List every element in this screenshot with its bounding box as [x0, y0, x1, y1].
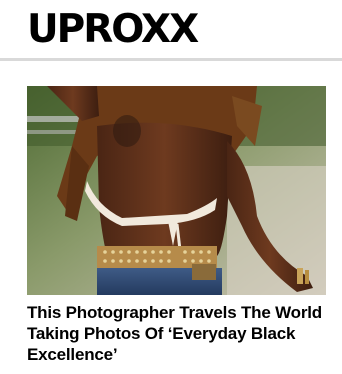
- article-headline[interactable]: This Photographer Travels The World Taki…: [27, 302, 327, 365]
- header-divider: [0, 58, 342, 61]
- site-logo[interactable]: UPROXX: [27, 7, 199, 53]
- site-header: UPROXX: [0, 0, 342, 58]
- article-photo[interactable]: [27, 86, 326, 295]
- article-photo-illustration: [27, 86, 326, 295]
